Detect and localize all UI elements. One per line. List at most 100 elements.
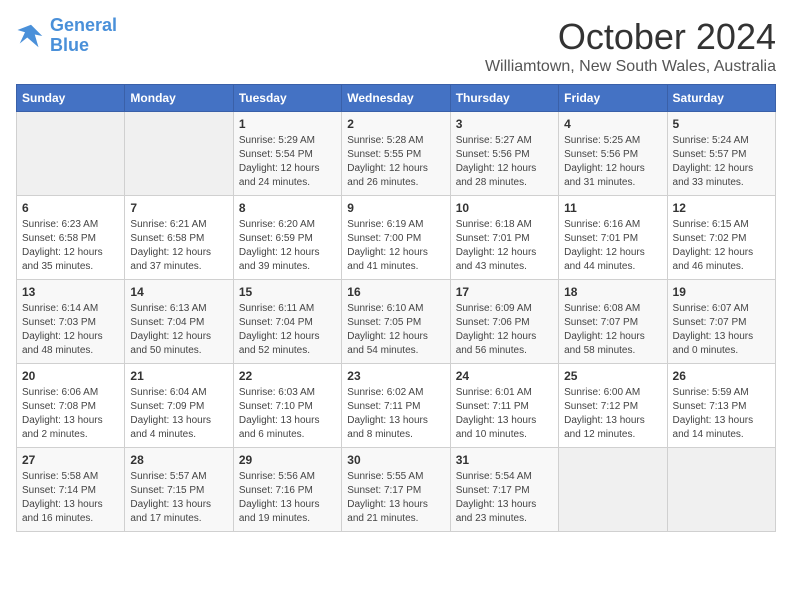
- calendar-body: 1 Sunrise: 5:29 AM Sunset: 5:54 PM Daylig…: [17, 112, 776, 532]
- day-info: Sunrise: 6:15 AM Sunset: 7:02 PM Dayligh…: [673, 218, 770, 274]
- calendar-cell: 21Sunrise: 6:04 AM Sunset: 7:09 PM Dayli…: [125, 364, 233, 448]
- day-info: Sunrise: 6:08 AM Sunset: 7:07 PM Dayligh…: [564, 302, 661, 358]
- day-info: Sunrise: 5:28 AM Sunset: 5:55 PM Dayligh…: [347, 134, 444, 190]
- calendar-cell: [559, 448, 667, 532]
- calendar-cell: 15Sunrise: 6:11 AM Sunset: 7:04 PM Dayli…: [233, 280, 341, 364]
- day-number: 3: [456, 117, 553, 131]
- calendar-cell: 4Sunrise: 5:25 AM Sunset: 5:56 PM Daylig…: [559, 112, 667, 196]
- calendar-cell: 5Sunrise: 5:24 AM Sunset: 5:57 PM Daylig…: [667, 112, 775, 196]
- day-number: 26: [673, 369, 770, 383]
- logo-icon: [16, 21, 46, 51]
- day-info: Sunrise: 6:09 AM Sunset: 7:06 PM Dayligh…: [456, 302, 553, 358]
- day-number: 12: [673, 201, 770, 215]
- day-number: 28: [130, 453, 227, 467]
- day-number: 7: [130, 201, 227, 215]
- day-number: 18: [564, 285, 661, 299]
- day-number: 2: [347, 117, 444, 131]
- day-number: 25: [564, 369, 661, 383]
- calendar-cell: 3 Sunrise: 5:27 AM Sunset: 5:56 PM Daylig…: [450, 112, 558, 196]
- calendar-week-4: 20Sunrise: 6:06 AM Sunset: 7:08 PM Dayli…: [17, 364, 776, 448]
- calendar-week-3: 13 Sunrise: 6:14 AM Sunset: 7:03 PM Dayli…: [17, 280, 776, 364]
- day-info: Sunrise: 5:56 AM Sunset: 7:16 PM Dayligh…: [239, 470, 336, 526]
- day-info: Sunrise: 6:10 AM Sunset: 7:05 PM Dayligh…: [347, 302, 444, 358]
- day-info: Sunrise: 6:13 AM Sunset: 7:04 PM Dayligh…: [130, 302, 227, 358]
- calendar-cell: 24 Sunrise: 6:01 AM Sunset: 7:11 PM Dayli…: [450, 364, 558, 448]
- day-number: 9: [347, 201, 444, 215]
- column-header-friday: Friday: [559, 85, 667, 112]
- day-number: 1: [239, 117, 336, 131]
- calendar-cell: 19 Sunrise: 6:07 AM Sunset: 7:07 PM Dayli…: [667, 280, 775, 364]
- day-number: 19: [673, 285, 770, 299]
- day-number: 23: [347, 369, 444, 383]
- day-info: Sunrise: 6:11 AM Sunset: 7:04 PM Dayligh…: [239, 302, 336, 358]
- logo-line2: Blue: [50, 36, 117, 56]
- day-info: Sunrise: 6:19 AM Sunset: 7:00 PM Dayligh…: [347, 218, 444, 274]
- calendar-cell: 30Sunrise: 5:55 AM Sunset: 7:17 PM Dayli…: [342, 448, 450, 532]
- calendar-cell: 27 Sunrise: 5:58 AM Sunset: 7:14 PM Dayli…: [17, 448, 125, 532]
- day-info: Sunrise: 6:16 AM Sunset: 7:01 PM Dayligh…: [564, 218, 661, 274]
- column-header-saturday: Saturday: [667, 85, 775, 112]
- column-header-monday: Monday: [125, 85, 233, 112]
- calendar-cell: 25 Sunrise: 6:00 AM Sunset: 7:12 PM Dayli…: [559, 364, 667, 448]
- calendar-cell: 12 Sunrise: 6:15 AM Sunset: 7:02 PM Dayli…: [667, 196, 775, 280]
- day-number: 27: [22, 453, 119, 467]
- calendar-cell: 31Sunrise: 5:54 AM Sunset: 7:17 PM Dayli…: [450, 448, 558, 532]
- calendar-cell: 8Sunrise: 6:20 AM Sunset: 6:59 PM Daylig…: [233, 196, 341, 280]
- calendar-cell: 22 Sunrise: 6:03 AM Sunset: 7:10 PM Dayli…: [233, 364, 341, 448]
- month-title: October 2024: [485, 16, 776, 58]
- calendar-week-2: 6Sunrise: 6:23 AM Sunset: 6:58 PM Daylig…: [17, 196, 776, 280]
- column-header-tuesday: Tuesday: [233, 85, 341, 112]
- calendar-cell: 13 Sunrise: 6:14 AM Sunset: 7:03 PM Dayli…: [17, 280, 125, 364]
- day-info: Sunrise: 6:00 AM Sunset: 7:12 PM Dayligh…: [564, 386, 661, 442]
- calendar-cell: 16 Sunrise: 6:10 AM Sunset: 7:05 PM Dayli…: [342, 280, 450, 364]
- calendar-cell: 20Sunrise: 6:06 AM Sunset: 7:08 PM Dayli…: [17, 364, 125, 448]
- calendar-cell: 10Sunrise: 6:18 AM Sunset: 7:01 PM Dayli…: [450, 196, 558, 280]
- day-number: 22: [239, 369, 336, 383]
- day-number: 14: [130, 285, 227, 299]
- day-info: Sunrise: 6:07 AM Sunset: 7:07 PM Dayligh…: [673, 302, 770, 358]
- day-number: 5: [673, 117, 770, 131]
- day-number: 16: [347, 285, 444, 299]
- day-info: Sunrise: 5:54 AM Sunset: 7:17 PM Dayligh…: [456, 470, 553, 526]
- calendar-cell: 17 Sunrise: 6:09 AM Sunset: 7:06 PM Dayli…: [450, 280, 558, 364]
- day-info: Sunrise: 6:23 AM Sunset: 6:58 PM Dayligh…: [22, 218, 119, 274]
- calendar-cell: 28Sunrise: 5:57 AM Sunset: 7:15 PM Dayli…: [125, 448, 233, 532]
- day-number: 30: [347, 453, 444, 467]
- calendar-cell: 2 Sunrise: 5:28 AM Sunset: 5:55 PM Daylig…: [342, 112, 450, 196]
- column-header-wednesday: Wednesday: [342, 85, 450, 112]
- calendar-cell: [125, 112, 233, 196]
- calendar-cell: 9 Sunrise: 6:19 AM Sunset: 7:00 PM Daylig…: [342, 196, 450, 280]
- day-info: Sunrise: 5:25 AM Sunset: 5:56 PM Dayligh…: [564, 134, 661, 190]
- day-info: Sunrise: 6:14 AM Sunset: 7:03 PM Dayligh…: [22, 302, 119, 358]
- calendar-cell: 18 Sunrise: 6:08 AM Sunset: 7:07 PM Dayli…: [559, 280, 667, 364]
- calendar-header-row: SundayMondayTuesdayWednesdayThursdayFrid…: [17, 85, 776, 112]
- calendar-cell: 23 Sunrise: 6:02 AM Sunset: 7:11 PM Dayli…: [342, 364, 450, 448]
- day-number: 8: [239, 201, 336, 215]
- logo-line1: General: [50, 15, 117, 35]
- calendar-cell: 6Sunrise: 6:23 AM Sunset: 6:58 PM Daylig…: [17, 196, 125, 280]
- day-info: Sunrise: 5:29 AM Sunset: 5:54 PM Dayligh…: [239, 134, 336, 190]
- calendar-cell: 7Sunrise: 6:21 AM Sunset: 6:58 PM Daylig…: [125, 196, 233, 280]
- logo: General Blue: [16, 16, 117, 56]
- column-header-thursday: Thursday: [450, 85, 558, 112]
- day-number: 20: [22, 369, 119, 383]
- calendar-cell: 29 Sunrise: 5:56 AM Sunset: 7:16 PM Dayli…: [233, 448, 341, 532]
- day-info: Sunrise: 5:58 AM Sunset: 7:14 PM Dayligh…: [22, 470, 119, 526]
- calendar-week-1: 1 Sunrise: 5:29 AM Sunset: 5:54 PM Daylig…: [17, 112, 776, 196]
- day-number: 21: [130, 369, 227, 383]
- day-info: Sunrise: 6:01 AM Sunset: 7:11 PM Dayligh…: [456, 386, 553, 442]
- location-subtitle: Williamtown, New South Wales, Australia: [485, 58, 776, 76]
- page-header: General Blue October 2024 Williamtown, N…: [16, 16, 776, 76]
- day-number: 17: [456, 285, 553, 299]
- day-number: 29: [239, 453, 336, 467]
- day-number: 24: [456, 369, 553, 383]
- calendar-cell: 26 Sunrise: 5:59 AM Sunset: 7:13 PM Dayli…: [667, 364, 775, 448]
- calendar-cell: [667, 448, 775, 532]
- day-number: 13: [22, 285, 119, 299]
- day-info: Sunrise: 6:03 AM Sunset: 7:10 PM Dayligh…: [239, 386, 336, 442]
- day-number: 10: [456, 201, 553, 215]
- calendar-week-5: 27 Sunrise: 5:58 AM Sunset: 7:14 PM Dayli…: [17, 448, 776, 532]
- day-info: Sunrise: 5:59 AM Sunset: 7:13 PM Dayligh…: [673, 386, 770, 442]
- day-info: Sunrise: 5:27 AM Sunset: 5:56 PM Dayligh…: [456, 134, 553, 190]
- day-info: Sunrise: 6:02 AM Sunset: 7:11 PM Dayligh…: [347, 386, 444, 442]
